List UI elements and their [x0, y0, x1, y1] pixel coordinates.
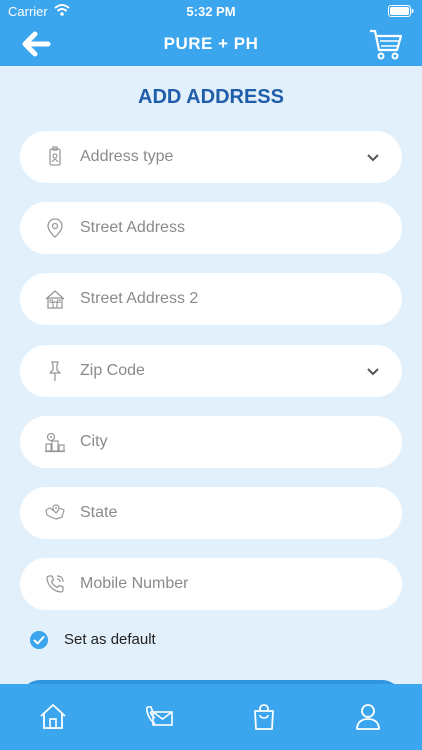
status-time: 5:32 PM [186, 4, 236, 19]
zip-code-placeholder: Zip Code [80, 362, 145, 379]
house-icon [45, 290, 65, 309]
contact-icon[interactable] [144, 702, 174, 732]
chevron-down-icon [367, 368, 379, 376]
top-bar: Carrier 5:32 PM PURE + PH [0, 0, 422, 66]
address-type-placeholder: Address type [80, 148, 174, 165]
city-icon [45, 432, 65, 453]
map-icon [45, 504, 65, 520]
nav-row: PURE + PH [0, 22, 422, 66]
status-bar: Carrier 5:32 PM [0, 0, 422, 22]
set-default-row: Set as default [30, 628, 230, 652]
street-address-input[interactable]: Street Address [20, 202, 402, 254]
phone-icon [46, 575, 64, 593]
city-input[interactable]: City [20, 416, 402, 468]
home-icon[interactable] [38, 702, 68, 732]
profile-icon[interactable] [353, 702, 383, 732]
badge-icon [49, 146, 61, 166]
mobile-number-placeholder: Mobile Number [80, 575, 189, 592]
street-address-2-placeholder: Street Address 2 [80, 290, 199, 307]
street-address-2-input[interactable]: Street Address 2 [20, 273, 402, 325]
bottom-tab-bar [0, 684, 422, 750]
zip-code-select[interactable]: Zip Code [20, 345, 402, 397]
page-title: ADD ADDRESS [138, 86, 284, 108]
state-placeholder: State [80, 504, 118, 521]
chevron-down-icon [367, 154, 379, 162]
state-input[interactable]: State [20, 487, 402, 539]
cart-icon[interactable] [368, 26, 404, 62]
street-address-placeholder: Street Address [80, 219, 185, 236]
city-placeholder: City [80, 433, 108, 450]
pushpin-icon [49, 361, 61, 381]
location-pin-icon [47, 218, 63, 238]
set-default-label: Set as default [64, 631, 156, 648]
battery-icon [388, 5, 414, 17]
address-type-select[interactable]: Address type [20, 131, 402, 183]
app-title: PURE + PH [163, 34, 259, 53]
shopping-bag-icon[interactable] [249, 702, 279, 732]
set-default-checkbox[interactable] [30, 631, 48, 649]
mobile-number-input[interactable]: Mobile Number [20, 558, 402, 610]
